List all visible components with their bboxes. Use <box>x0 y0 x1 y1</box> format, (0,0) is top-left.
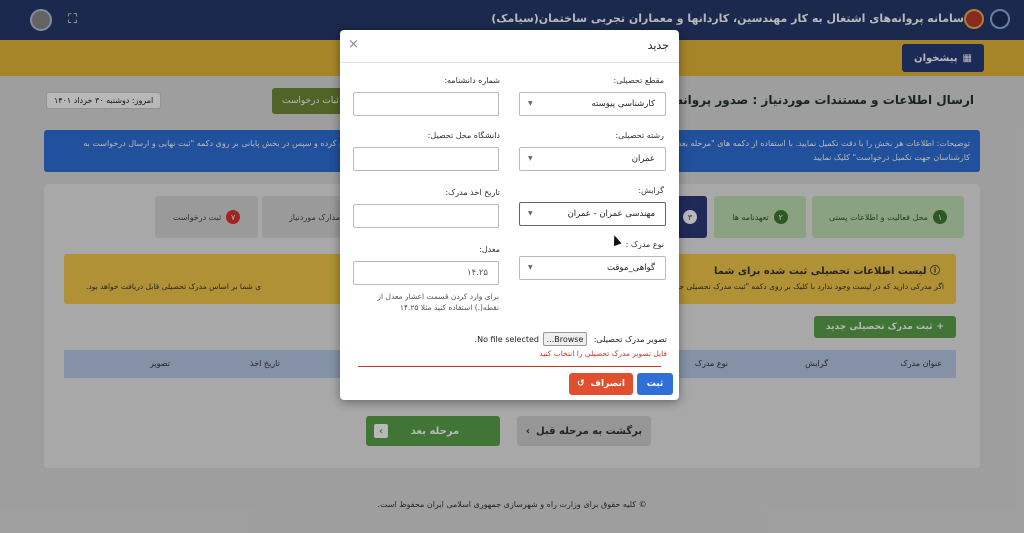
orientation-label: گرایش: <box>638 186 664 195</box>
degree-level-label: مقطع تحصیلی: <box>613 76 664 85</box>
chevron-down-icon: ▼ <box>528 264 533 271</box>
cancel-label: انصراف <box>590 379 626 389</box>
chevron-down-icon: ▼ <box>528 100 533 107</box>
doc-type-value: گواهی_موقت <box>607 263 655 273</box>
gpa-input[interactable]: ۱۴.۲۵ <box>353 261 499 285</box>
doc-type-select[interactable]: گواهی_موقت ▼ <box>519 256 666 280</box>
chevron-down-icon: ▼ <box>528 210 533 217</box>
field-select[interactable]: عمران ▼ <box>519 147 666 171</box>
orientation-select[interactable]: مهندسی عمران - عمران ▼ <box>519 202 666 226</box>
undo-icon: ↺ <box>576 379 585 389</box>
degree-level-select[interactable]: کارشناسی پیوسته ▼ <box>519 92 666 116</box>
date-label: تاریخ اخذ مدرک: <box>445 188 500 197</box>
submit-button[interactable]: ثبت <box>637 373 673 395</box>
no-file-text: No file selected. <box>474 335 539 344</box>
error-divider <box>358 366 661 367</box>
date-input[interactable] <box>353 204 499 228</box>
university-input[interactable] <box>353 147 499 171</box>
degree-number-label: شماره دانشنامه: <box>444 76 500 85</box>
cancel-button[interactable]: انصراف ↺ <box>569 373 633 395</box>
modal-divider <box>340 62 679 63</box>
new-education-modal: جدید × مقطع تحصیلی: کارشناسی پیوسته ▼ رش… <box>340 30 679 400</box>
chevron-down-icon: ▼ <box>528 155 533 162</box>
gpa-label: معدل: <box>479 245 500 254</box>
browse-button[interactable]: Browse... <box>543 332 587 346</box>
modal-title: جدید <box>647 39 669 52</box>
image-upload-row: تصویر مدرک تحصیلی: Browse... No file sel… <box>347 332 667 348</box>
degree-level-value: کارشناسی پیوسته <box>591 99 656 109</box>
close-icon[interactable]: × <box>348 37 359 52</box>
degree-number-input[interactable] <box>353 92 499 116</box>
file-error-text: فایل تصویر مدرک تحصیلی را انتخاب کنید <box>539 349 667 358</box>
field-label: رشته تحصیلی: <box>615 131 664 140</box>
orientation-value: مهندسی عمران - عمران <box>567 209 655 219</box>
university-label: دانشگاه محل تحصیل: <box>427 131 500 140</box>
image-label: تصویر مدرک تحصیلی: <box>593 335 667 344</box>
page: ⛶ سامانه پروانه‌های اشتغال به کار مهندسی… <box>0 0 1024 533</box>
field-value: عمران <box>631 154 655 164</box>
doc-type-label: نوع مدرک : <box>625 240 664 249</box>
gpa-help-text: برای وارد کردن قسمت اعشار معدل از نقطه(.… <box>377 292 499 312</box>
